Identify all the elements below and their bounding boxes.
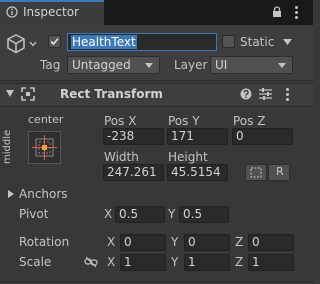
- scale-z-label: Z: [235, 255, 244, 269]
- blueprint-mode-button[interactable]: [245, 164, 267, 181]
- component-menu-icon[interactable]: [286, 87, 290, 101]
- rotation-label: Rotation: [19, 235, 70, 249]
- scale-y-field[interactable]: 1: [184, 254, 230, 271]
- dashed-rect-icon: [250, 167, 262, 178]
- pos-z-label: Pos Z: [233, 114, 266, 128]
- foldout-closed-icon[interactable]: [8, 190, 14, 198]
- static-checkbox[interactable]: [222, 35, 235, 48]
- name-input[interactable]: HealthText: [67, 33, 217, 51]
- layer-dropdown[interactable]: UI: [210, 56, 293, 74]
- checkmark-icon: [50, 37, 59, 46]
- pivot-label: Pivot: [19, 207, 49, 221]
- scale-z-field[interactable]: 1: [248, 254, 294, 271]
- cube-icon: [7, 34, 25, 54]
- pos-x-label: Pos X: [104, 114, 137, 128]
- scale-x-label: X: [107, 255, 116, 269]
- width-label: Width: [104, 150, 139, 164]
- pivot-x-label: X: [104, 207, 113, 221]
- active-checkbox[interactable]: [48, 35, 61, 48]
- static-label: Static: [240, 35, 275, 49]
- scale-label: Scale: [19, 255, 52, 269]
- rotation-x-field[interactable]: 0: [120, 234, 166, 251]
- anchor-preset-icon: [32, 135, 57, 160]
- lock-icon[interactable]: [272, 6, 282, 18]
- tag-value: Untagged: [72, 58, 131, 72]
- tab-title: Inspector: [23, 5, 79, 19]
- pos-z-field[interactable]: 0: [232, 128, 293, 145]
- anchor-preset-button[interactable]: [28, 131, 61, 164]
- rotation-z-label: Z: [235, 235, 244, 249]
- anchor-vertical-label: middle: [2, 129, 13, 164]
- tag-dropdown[interactable]: Untagged: [67, 56, 160, 74]
- rotation-z-field[interactable]: 0: [248, 234, 294, 251]
- presets-icon[interactable]: [259, 88, 272, 100]
- height-field[interactable]: 45.5154: [167, 164, 228, 181]
- tab-menu-icon[interactable]: [295, 5, 299, 19]
- rotation-y-field[interactable]: 0: [184, 234, 230, 251]
- pos-y-label: Pos Y: [168, 114, 200, 128]
- raw-edit-button[interactable]: R: [268, 164, 290, 181]
- scale-x-field[interactable]: 1: [120, 254, 166, 271]
- width-field[interactable]: 247.261: [103, 164, 164, 181]
- pos-x-field[interactable]: -238: [103, 128, 164, 145]
- name-value: HealthText: [71, 35, 137, 49]
- rotation-y-label: Y: [171, 235, 179, 249]
- info-icon: [6, 6, 18, 18]
- height-label: Height: [168, 150, 208, 164]
- anchors-label[interactable]: Anchors: [19, 187, 68, 201]
- static-dropdown-icon[interactable]: [283, 39, 292, 45]
- pivot-x-field[interactable]: 0.5: [115, 206, 165, 223]
- layer-value: UI: [215, 58, 228, 72]
- divider: [0, 281, 313, 282]
- layer-label: Layer: [174, 58, 208, 72]
- component-title: Rect Transform: [60, 87, 163, 101]
- anchor-horizontal-label: center: [28, 113, 64, 126]
- pos-y-field[interactable]: 171: [167, 128, 228, 145]
- scale-y-label: Y: [171, 255, 179, 269]
- rotation-x-label: X: [107, 235, 116, 249]
- chevron-down-icon[interactable]: [29, 41, 37, 47]
- foldout-open-icon[interactable]: [6, 90, 14, 97]
- pivot-y-field[interactable]: 0.5: [179, 206, 229, 223]
- tag-label: Tag: [40, 58, 61, 72]
- rect-transform-icon: [21, 87, 35, 101]
- help-icon[interactable]: [240, 88, 252, 100]
- chevron-down-icon: [145, 63, 153, 68]
- pivot-y-label: Y: [168, 207, 176, 221]
- chevron-down-icon: [278, 63, 286, 68]
- constrain-proportions-icon[interactable]: [84, 256, 98, 268]
- raw-edit-label: R: [276, 165, 284, 178]
